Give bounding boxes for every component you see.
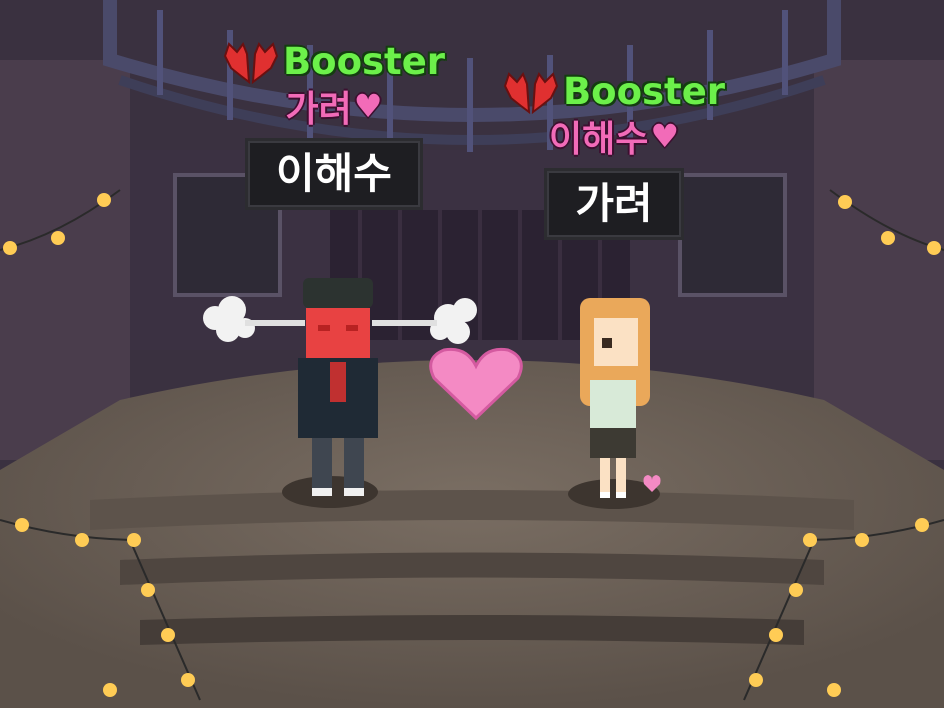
player-name: 이해수: [276, 149, 392, 198]
player-name: 가려: [575, 179, 653, 228]
booster-label: Booster: [562, 69, 726, 113]
heart-icon: ♥: [353, 87, 383, 125]
player-tag-2: Booster 이해수 ♥ 가려: [503, 68, 725, 240]
small-heart-icon: [643, 475, 661, 492]
heart-icon: ♥: [650, 117, 680, 155]
partner-name: 이해수: [548, 119, 649, 160]
red-wings-icon: [223, 41, 279, 84]
partner-label: 가려 ♥: [286, 80, 383, 132]
game-scene: Booster 가려 ♥ 이해수 Booster 이해수 ♥ 가려: [0, 0, 944, 708]
player-nameplate[interactable]: 가려: [544, 168, 684, 240]
booster-label: Booster: [282, 39, 446, 83]
partner-name: 가려: [285, 89, 352, 130]
partner-label: 이해수 ♥: [549, 110, 679, 162]
booster-badge: Booster: [503, 68, 725, 114]
booster-badge: Booster: [223, 38, 445, 84]
red-wings-icon: [503, 71, 559, 114]
player-tag-1: Booster 가려 ♥ 이해수: [223, 38, 445, 210]
player-nameplate[interactable]: 이해수: [245, 138, 423, 210]
